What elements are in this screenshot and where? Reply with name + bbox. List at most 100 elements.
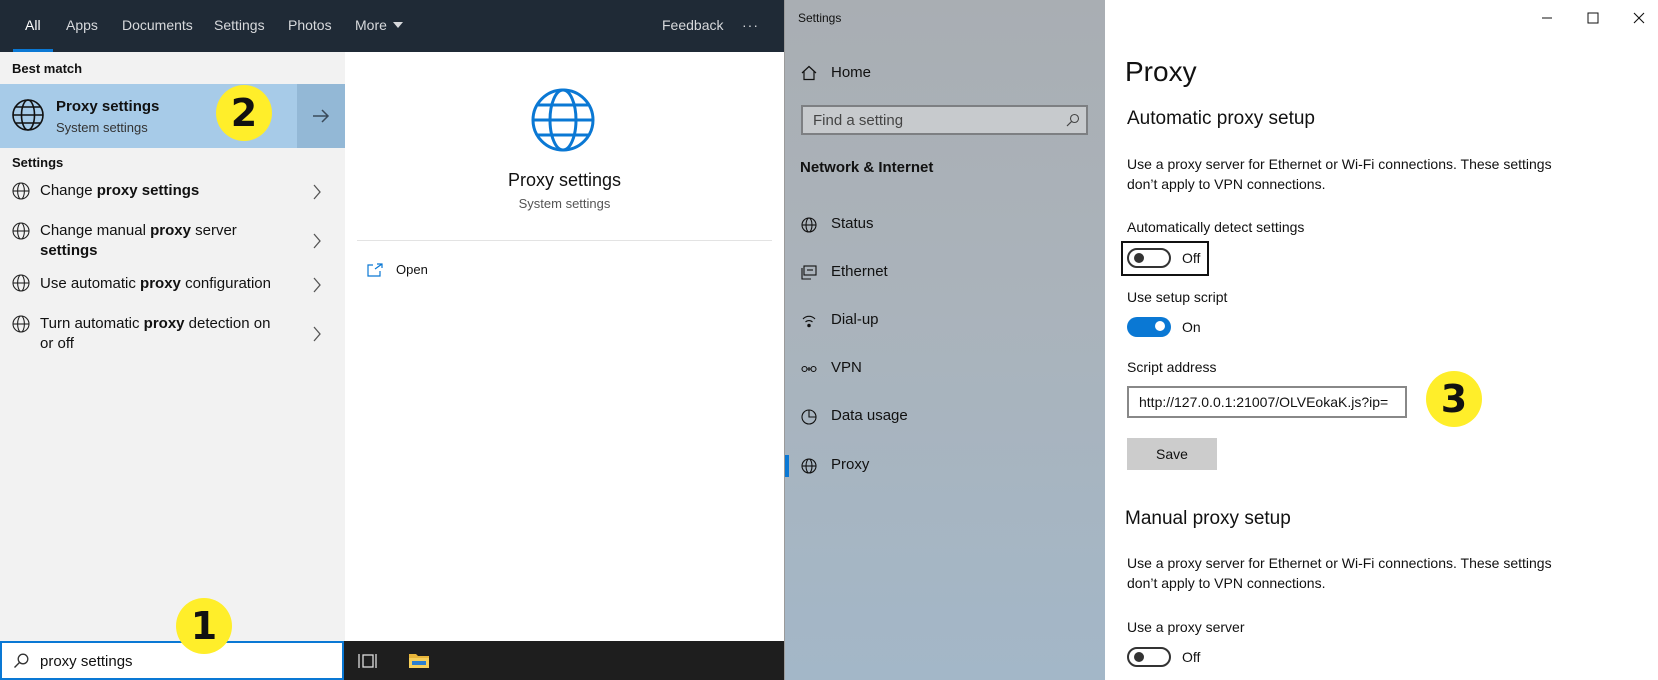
search-results: Best match Proxy settings System setting… (0, 52, 345, 641)
nav-ethernet[interactable]: Ethernet (785, 253, 1105, 293)
search-tab-bar: All Apps Documents Settings Photos More … (0, 0, 784, 52)
nav-section-header: Network & Internet (800, 159, 934, 176)
tab-all[interactable]: All (13, 0, 52, 52)
setup-script-toggle[interactable] (1127, 317, 1171, 337)
open-icon (367, 263, 383, 277)
use-proxy-state: Off (1182, 649, 1201, 665)
auto-detect-state: Off (1182, 250, 1201, 266)
globe-icon (12, 182, 30, 200)
save-button[interactable]: Save (1127, 438, 1217, 470)
data-usage-icon (801, 409, 817, 425)
result-automatic-proxy-config[interactable]: Use automatic proxy configuration (0, 269, 345, 301)
nav-vpn-label: VPN (831, 359, 862, 376)
setup-script-state: On (1182, 319, 1201, 335)
setup-script-label: Use setup script (1127, 289, 1228, 305)
settings-content: Proxy Automatic proxy setup Use a proxy … (1105, 0, 1658, 680)
settings-window: Settings Home Find a setting Network & I… (784, 0, 1658, 680)
manual-setup-heading: Manual proxy setup (1125, 508, 1291, 529)
result-label: Change proxy settings (40, 182, 200, 199)
use-proxy-toggle[interactable] (1127, 647, 1171, 667)
globe-icon (12, 222, 30, 240)
maximize-icon[interactable] (1583, 8, 1603, 28)
taskbar-search-box[interactable]: proxy settings (0, 641, 344, 680)
result-proxy-detection[interactable]: Turn automatic proxy detection on or off (0, 311, 345, 355)
settings-header: Settings (12, 155, 64, 170)
open-action[interactable]: Open (367, 260, 487, 284)
ethernet-icon (801, 265, 817, 280)
use-proxy-label: Use a proxy server (1127, 619, 1245, 635)
best-match-subtitle: System settings (56, 120, 148, 135)
auto-detect-toggle[interactable] (1127, 248, 1171, 268)
result-change-manual-proxy[interactable]: Change manual proxy server settings (0, 218, 345, 262)
close-icon[interactable] (1629, 8, 1649, 28)
feedback-button[interactable]: Feedback (662, 0, 723, 52)
open-arrow-button[interactable] (297, 84, 345, 148)
chevron-right-icon (313, 326, 321, 342)
chevron-down-icon (392, 22, 403, 28)
toggle-knob (1134, 652, 1144, 662)
toggle-knob (1134, 253, 1144, 263)
nav-status[interactable]: Status (785, 205, 1105, 245)
dial-up-icon (802, 315, 816, 328)
result-label: Use automatic proxy configuration (40, 275, 271, 292)
minimize-icon[interactable] (1537, 8, 1557, 28)
open-label: Open (396, 262, 428, 277)
nav-home[interactable]: Home (785, 54, 1105, 94)
chevron-right-icon (313, 277, 321, 293)
status-icon (801, 217, 817, 233)
nav-vpn[interactable]: VPN (785, 349, 1105, 389)
auto-detect-label: Automatically detect settings (1127, 219, 1305, 235)
preview-subtitle: System settings (518, 196, 611, 211)
find-placeholder: Find a setting (813, 112, 904, 129)
script-address-label: Script address (1127, 359, 1217, 375)
globe-icon (12, 315, 30, 333)
nav-dialup-label: Dial-up (831, 311, 879, 328)
nav-dialup[interactable]: Dial-up (785, 301, 1105, 341)
tab-more[interactable]: More (355, 0, 403, 52)
task-view-icon[interactable] (358, 652, 378, 670)
script-address-input[interactable] (1127, 386, 1407, 418)
search-icon (14, 653, 29, 668)
tab-settings[interactable]: Settings (214, 0, 265, 52)
arrow-right-icon (313, 109, 330, 123)
best-match-result: Proxy settings System settings (0, 84, 345, 148)
page-title: Proxy (1125, 56, 1197, 87)
step-badge-2: 2 (216, 85, 272, 141)
divider (357, 240, 772, 241)
auto-setup-description: Use a proxy server for Ethernet or Wi-Fi… (1127, 156, 1552, 192)
globe-icon (531, 88, 595, 152)
best-match-title: Proxy settings (56, 98, 160, 115)
settings-nav: Settings Home Find a setting Network & I… (785, 0, 1105, 680)
chevron-right-icon (313, 184, 321, 200)
search-panel: All Apps Documents Settings Photos More … (0, 0, 784, 680)
result-change-proxy-settings[interactable]: Change proxy settings (0, 176, 345, 208)
tab-more-label: More (355, 17, 387, 33)
taskbar: proxy settings (0, 641, 784, 680)
tab-photos[interactable]: Photos (288, 0, 332, 52)
nav-status-label: Status (831, 215, 874, 232)
preview-pane: Proxy settings System settings Open (345, 52, 784, 641)
file-explorer-icon[interactable] (408, 650, 430, 670)
nav-proxy[interactable]: Proxy (785, 446, 1105, 486)
step-badge-3: 3 (1426, 371, 1482, 427)
nav-data-usage[interactable]: Data usage (785, 397, 1105, 437)
nav-proxy-label: Proxy (831, 456, 870, 473)
best-match-header: Best match (12, 61, 83, 76)
step-badge-1: 1 (176, 598, 232, 654)
vpn-icon (801, 365, 817, 373)
home-icon (801, 65, 817, 81)
auto-setup-heading: Automatic proxy setup (1127, 108, 1315, 129)
manual-setup-description: Use a proxy server for Ethernet or Wi-Fi… (1127, 555, 1552, 591)
search-icon (1066, 113, 1080, 127)
window-title: Settings (798, 11, 842, 25)
chevron-right-icon (313, 233, 321, 249)
more-options-button[interactable]: ··· (742, 0, 759, 52)
result-label: Change manual proxy server settings (40, 222, 237, 259)
globe-icon (801, 458, 817, 474)
find-setting-input[interactable]: Find a setting (801, 105, 1088, 135)
tab-apps[interactable]: Apps (66, 0, 98, 52)
tab-documents[interactable]: Documents (122, 0, 193, 52)
search-query: proxy settings (40, 653, 133, 670)
globe-icon (12, 274, 30, 292)
preview-title: Proxy settings (507, 170, 622, 190)
